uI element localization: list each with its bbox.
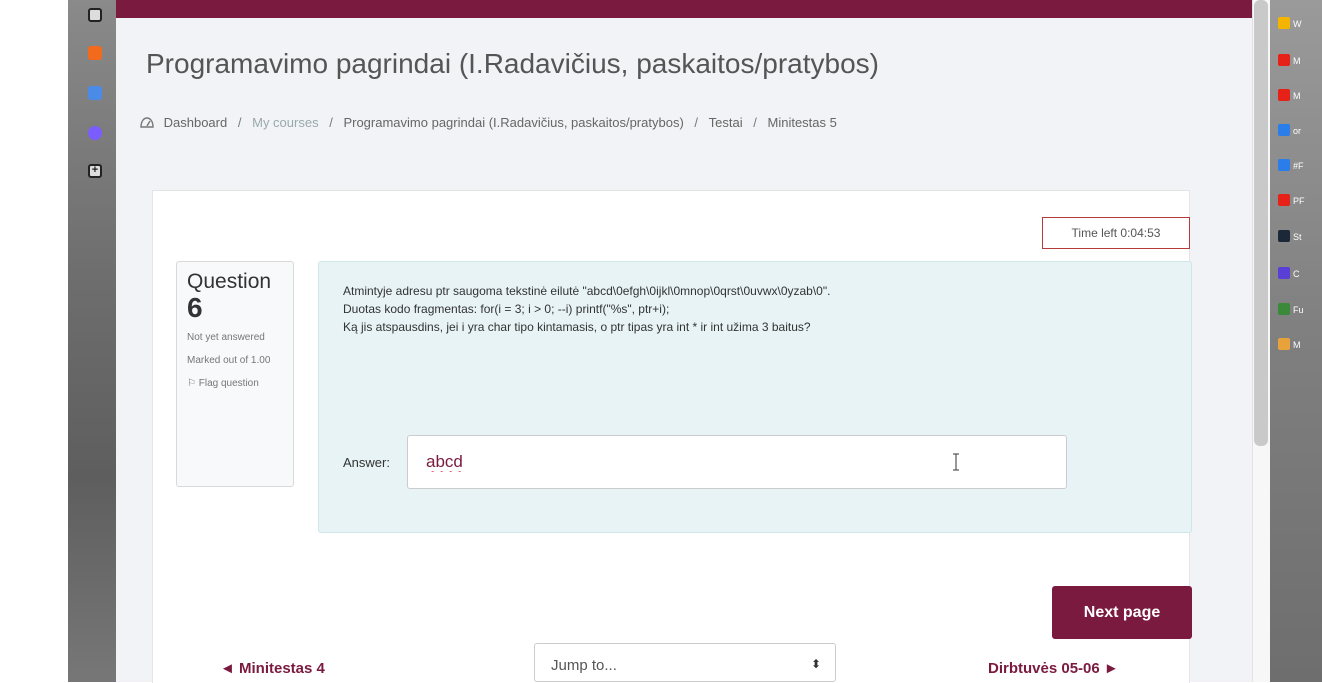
main-content: Programavimo pagrindai (I.Radavičius, pa… — [116, 0, 1252, 683]
question-text: Atmintyje adresu ptr saugoma tekstinė ei… — [343, 282, 830, 336]
flag-label: Flag question — [198, 378, 259, 389]
bookmark-item[interactable]: PF — [1278, 192, 1322, 210]
next-page-button[interactable]: Next page — [1052, 586, 1192, 639]
answer-label: Answer: — [343, 455, 390, 470]
answer-input[interactable] — [407, 435, 1067, 489]
breadcrumb-separator: / — [237, 115, 242, 130]
soundcloud-icon[interactable] — [88, 46, 102, 60]
bookmark-item[interactable]: M — [1278, 87, 1322, 105]
question-label: Question — [187, 270, 272, 293]
wand-icon — [1278, 267, 1290, 279]
breadcrumb-dashboard[interactable]: Dashboard — [164, 115, 228, 130]
bookmark-item[interactable]: St — [1278, 228, 1322, 246]
jump-to-select[interactable]: Jump to... ⬍ — [534, 643, 836, 682]
bookmark-item[interactable]: C — [1278, 265, 1322, 283]
previous-activity-link[interactable]: ◄ Minitestas 4 — [220, 660, 325, 677]
select-caret-icon: ⬍ — [810, 657, 821, 671]
breadcrumb-current[interactable]: Minitestas 5 — [768, 115, 837, 130]
windows-icon — [1278, 17, 1290, 29]
add-panel-icon[interactable]: + — [88, 164, 102, 178]
question-marks: Marked out of 1.00 — [187, 355, 271, 366]
navbar — [116, 0, 1252, 18]
dashboard-icon — [140, 117, 154, 128]
sidebar-page-icon[interactable] — [88, 8, 102, 22]
jump-to-label: Jump to... — [551, 657, 617, 674]
question-content: Atmintyje adresu ptr saugoma tekstinė ei… — [318, 261, 1192, 533]
next-activity-link[interactable]: Dirbtuvės 05-06 ► — [988, 660, 1119, 677]
bookmark-item[interactable]: W — [1278, 15, 1322, 33]
bookmark-item[interactable]: M — [1278, 336, 1322, 354]
leaf-icon — [1278, 303, 1290, 315]
translate-icon[interactable] — [88, 86, 102, 100]
question-text-line: Ką jis atspausdins, jei i yra char tipo … — [343, 320, 811, 334]
steam-icon — [1278, 230, 1290, 242]
breadcrumb-testai[interactable]: Testai — [709, 115, 743, 130]
browser-sidebar — [68, 0, 116, 682]
breadcrumb-separator: / — [694, 115, 699, 130]
bookmark-item[interactable]: #F — [1278, 157, 1322, 175]
question-status: Not yet answered — [187, 332, 265, 343]
youtube-icon — [1278, 89, 1290, 101]
folder-icon — [1278, 338, 1290, 350]
breadcrumb-course[interactable]: Programavimo pagrindai (I.Radavičius, pa… — [343, 115, 683, 130]
bookmark-item[interactable]: M — [1278, 52, 1322, 70]
left-margin — [0, 0, 68, 682]
p-icon — [1278, 124, 1290, 136]
question-number: 6 — [187, 292, 203, 323]
breadcrumb-my-courses[interactable]: My courses — [252, 115, 318, 130]
breadcrumb-separator: / — [329, 115, 333, 130]
scrollbar-thumb[interactable] — [1254, 0, 1268, 446]
p-icon — [1278, 159, 1290, 171]
page-title: Programavimo pagrindai (I.Radavičius, pa… — [146, 48, 879, 79]
flag-question-link[interactable]: ⚐ Flag question — [187, 376, 277, 391]
bookmark-item[interactable]: or — [1278, 122, 1322, 140]
text-cursor-icon — [953, 453, 959, 471]
youtube-icon — [1278, 194, 1290, 206]
question-info: Question 6 Not yet answered Marked out o… — [176, 261, 294, 487]
breadcrumb: Dashboard / My courses / Programavimo pa… — [140, 115, 837, 130]
bookmark-item[interactable]: Fu — [1278, 301, 1322, 319]
youtube-icon — [1278, 54, 1290, 66]
time-left-badge: Time left 0:04:53 — [1042, 217, 1190, 249]
flag-icon: ⚐ — [187, 378, 199, 389]
messenger-icon[interactable] — [88, 126, 102, 140]
question-text-line: Atmintyje adresu ptr saugoma tekstinė ei… — [343, 284, 831, 298]
breadcrumb-separator: / — [753, 115, 757, 130]
question-text-line: Duotas kodo fragmentas: for(i = 3; i > 0… — [343, 302, 670, 316]
